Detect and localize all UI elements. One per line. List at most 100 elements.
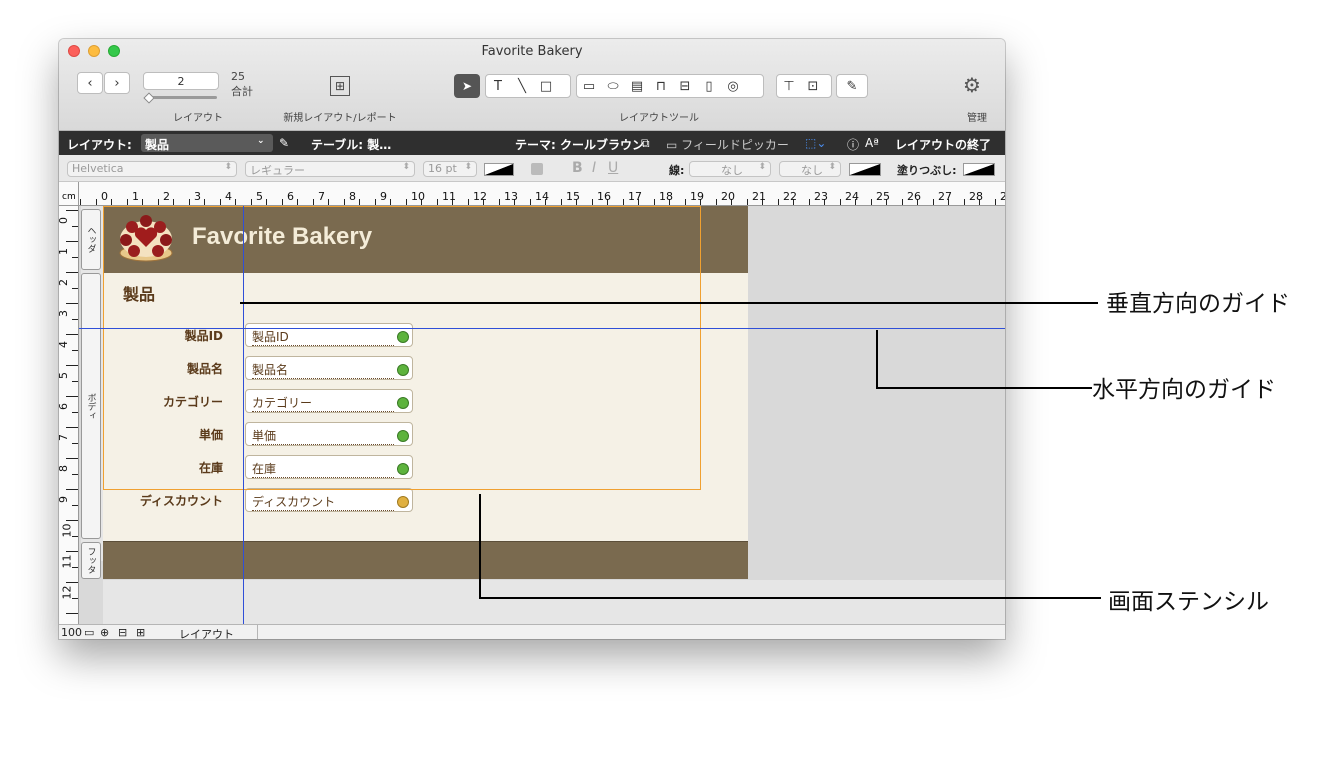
vertical-guide-callout-line <box>240 302 1098 304</box>
ruler-tick <box>72 256 78 258</box>
portal-tool-icon[interactable]: ⊟ <box>673 75 697 97</box>
field-box[interactable]: ディスカウント <box>245 488 413 512</box>
button-bar-tool-icon[interactable]: ▤ <box>625 75 649 97</box>
button-tool-icon[interactable]: ⬭ <box>601 75 625 97</box>
field-box[interactable]: 在庫 <box>245 455 413 479</box>
format-painter-icon[interactable]: ✎ <box>837 75 867 97</box>
rectangle-tool-icon[interactable]: □ <box>534 75 558 97</box>
field-name: 単価 <box>252 427 394 445</box>
ruler-tick <box>467 199 469 205</box>
field-name: カテゴリー <box>252 394 394 412</box>
field-label[interactable]: カテゴリー <box>103 393 223 410</box>
field-box[interactable]: 単価 <box>245 422 413 446</box>
horizontal-guide-callout-line-h <box>876 387 1092 389</box>
back-button[interactable]: ‹ <box>77 72 103 94</box>
highlight-icon[interactable] <box>531 163 543 175</box>
gear-icon[interactable]: ⚙ <box>963 73 981 97</box>
field-label[interactable]: 製品名 <box>103 360 223 377</box>
window-title: Favorite Bakery <box>481 44 583 59</box>
footer-part-tab[interactable]: フッタ <box>81 542 101 579</box>
ruler-tick <box>219 199 221 205</box>
ruler-number: 0 <box>59 217 70 224</box>
ruler-tick <box>66 551 78 552</box>
ruler-tick <box>281 199 283 205</box>
forward-button[interactable]: › <box>104 72 130 94</box>
ruler-tick <box>142 199 144 205</box>
new-layout-icon[interactable]: ⊞ <box>330 76 350 96</box>
ruler-tick <box>72 318 78 320</box>
style-select[interactable]: レギュラー <box>245 161 415 177</box>
cake-logo-icon[interactable] <box>118 213 174 263</box>
ruler-number: 12 <box>473 190 487 203</box>
line-width-select[interactable]: なし <box>779 161 841 177</box>
info-icon[interactable]: ⓘ <box>847 136 859 153</box>
field-label[interactable]: 単価 <box>103 426 223 443</box>
zoom-out-icon[interactable]: ▭ <box>84 626 94 639</box>
record-number-field[interactable]: 2 <box>143 72 219 90</box>
ruler-number: 4 <box>225 190 232 203</box>
mode-label[interactable]: レイアウト <box>179 626 234 639</box>
text-tool-icon[interactable]: T <box>486 75 510 97</box>
layout-selector[interactable]: 製品 ⌄ <box>141 134 273 152</box>
underline-button[interactable]: U <box>608 160 618 176</box>
header-part[interactable]: Favorite Bakery <box>103 206 748 273</box>
record-slider-thumb[interactable] <box>143 92 155 104</box>
text-color-swatch[interactable] <box>484 163 514 176</box>
vertical-ruler[interactable]: 0123456789101112 <box>59 206 79 624</box>
zoom-level[interactable]: 100 <box>61 626 82 639</box>
layout-canvas[interactable]: cm 0 1 2 3 4 5 6 7 8 9 10 11 12 13 14 15 16 17 18 19 20 21 22 2… <box>59 182 1005 624</box>
exit-layout-button[interactable]: レイアウトの終了 <box>895 136 991 153</box>
body-part[interactable]: 製品 製品ID 製品ID 製品名 製品名カテゴリー カテゴリー単価 単価在庫 在庫ディスカウ… <box>103 273 748 541</box>
web-viewer-tool-icon[interactable]: ◎ <box>721 75 745 97</box>
body-part-tab[interactable]: ボディ <box>81 273 101 539</box>
horizontal-ruler[interactable]: 0 1 2 3 4 5 6 7 8 9 10 11 12 13 14 15 16 17 18 19 20 21 22 23 24… <box>79 182 1005 206</box>
field-picker-label: フィールドピッカー <box>681 138 789 152</box>
vertical-guide[interactable] <box>243 206 244 624</box>
ruler-number: 6 <box>59 403 70 410</box>
field-label[interactable]: 在庫 <box>103 459 223 476</box>
field-box[interactable]: カテゴリー <box>245 389 413 413</box>
chart-tool-icon[interactable]: ▯ <box>697 75 721 97</box>
size-select[interactable]: 16 pt <box>423 161 477 177</box>
ruler-unit: cm <box>59 182 79 206</box>
popover-tool-icon[interactable]: ⊤ <box>777 75 801 97</box>
line-tool-icon[interactable]: ╲ <box>510 75 534 97</box>
status-toolbar-icon[interactable]: ⊟ <box>118 626 127 639</box>
field-box[interactable]: 製品ID <box>245 323 413 347</box>
field-label[interactable]: ディスカウント <box>103 492 223 509</box>
field-box[interactable]: 製品名 <box>245 356 413 380</box>
zoom-in-icon[interactable]: ⊕ <box>100 626 109 639</box>
pointer-tool-icon[interactable]: ➤ <box>454 74 480 98</box>
object-grid-icon[interactable]: ⬚⌄ <box>805 136 826 150</box>
italic-button[interactable]: I <box>592 160 596 176</box>
pencil-icon[interactable]: ✎ <box>279 136 289 150</box>
formatting-bar-icon[interactable]: ⊞ <box>136 626 145 639</box>
stencil-callout-line-h <box>479 597 1101 599</box>
ruler-number: 4 <box>59 341 70 348</box>
field-tool-icon[interactable]: ▭ <box>577 75 601 97</box>
line-style-select[interactable]: なし <box>689 161 771 177</box>
magnifier-icon <box>397 430 409 442</box>
horizontal-guide[interactable] <box>79 328 1005 329</box>
ruler-tick <box>66 272 78 273</box>
line-color-swatch[interactable] <box>849 163 881 176</box>
layout-area[interactable]: Favorite Bakery 製品 製品ID 製品ID 製品名 製品名カテゴリー カテ… <box>103 206 748 580</box>
footer-part[interactable] <box>103 541 748 579</box>
tab-control-tool-icon[interactable]: ⊓ <box>649 75 673 97</box>
ruler-tick <box>204 199 206 205</box>
ruler-number: 23 <box>814 190 828 203</box>
slide-control-tool-icon[interactable]: ⊡ <box>801 75 825 97</box>
text-format-icon[interactable]: Aª <box>865 136 879 150</box>
app-name-text[interactable]: Favorite Bakery <box>192 223 372 251</box>
field-picker-button[interactable]: ▭ フィールドピッカー <box>666 136 789 153</box>
record-slider[interactable] <box>147 96 217 99</box>
bold-button[interactable]: B <box>572 160 583 176</box>
header-part-tab[interactable]: ヘッダ <box>81 209 101 270</box>
font-select[interactable]: Helvetica <box>67 161 237 177</box>
section-title[interactable]: 製品 <box>123 281 155 305</box>
manage-label: 管理 <box>967 113 987 124</box>
fill-color-swatch[interactable] <box>963 163 995 176</box>
theme-copy-icon[interactable]: ⧉ <box>641 136 650 151</box>
field-label[interactable]: 製品ID <box>103 327 223 344</box>
ruler-tick <box>235 199 237 205</box>
